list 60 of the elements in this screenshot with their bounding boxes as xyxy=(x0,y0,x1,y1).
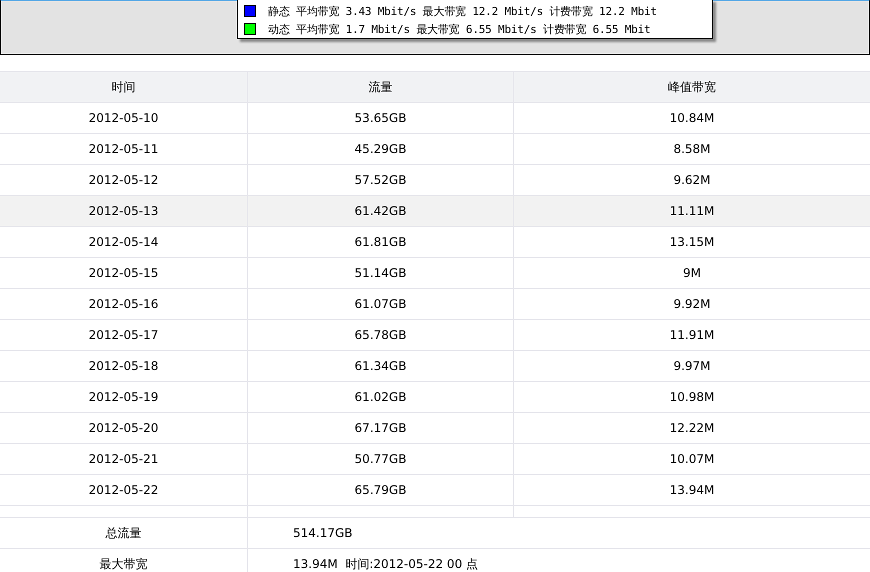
table-row[interactable]: 2012-05-15 51.14GB 9M xyxy=(0,258,870,289)
table-cell-text: 9M xyxy=(682,265,702,282)
table-cell-text: 9.92M xyxy=(672,296,712,313)
table-cell: 2012-05-19 xyxy=(0,382,248,412)
table-cell: 2012-05-22 xyxy=(0,475,248,505)
table-cell: 2012-05-12 xyxy=(0,165,248,195)
table-cell: 2012-05-20 xyxy=(0,413,248,443)
table-cell: 61.42GB xyxy=(248,196,514,226)
table-cell: 53.65GB xyxy=(248,103,514,133)
table-cell: 67.17GB xyxy=(248,413,514,443)
table-row[interactable]: 2012-05-17 65.78GB 11.91M xyxy=(0,320,870,351)
column-header: 时间 xyxy=(0,72,248,102)
table-row[interactable]: 2012-05-14 61.81GB 13.15M xyxy=(0,227,870,258)
summary-label: 总流量 xyxy=(0,518,248,548)
table-cell-text: 8.58M xyxy=(672,141,712,158)
table-row[interactable]: 2012-05-20 67.17GB 12.22M xyxy=(0,413,870,444)
table-row[interactable]: 2012-05-13 61.42GB 11.11M xyxy=(0,196,870,227)
summary-label: 最大带宽 xyxy=(0,549,248,572)
table-cell-text: 10.84M xyxy=(668,110,716,127)
table-cell-text: 9.97M xyxy=(672,358,712,375)
legend-text: 静态 平均带宽 3.43 Mbit/s 最大带宽 12.2 Mbit/s 计费带宽 12.2 Mbit xyxy=(268,4,657,18)
summary-value: 13.94M 时间:2012-05-22 00 点 xyxy=(292,556,480,572)
table-cell: 2012-05-10 xyxy=(0,103,248,133)
table-cell: 51.14GB xyxy=(248,258,514,288)
table-cell: 61.34GB xyxy=(248,351,514,381)
table-cell: 61.81GB xyxy=(248,227,514,257)
table-cell: 2012-05-15 xyxy=(0,258,248,288)
table-cell-text: 10.07M xyxy=(668,451,716,468)
table-row[interactable]: 2012-05-10 53.65GB 10.84M xyxy=(0,103,870,134)
table-cell: 2012-05-17 xyxy=(0,320,248,350)
column-header: 流量 xyxy=(248,72,514,102)
table-cell-text: 11.11M xyxy=(668,203,716,220)
table-cell: 65.79GB xyxy=(248,475,514,505)
table-cell: 61.07GB xyxy=(248,289,514,319)
table-row[interactable]: 2012-05-19 61.02GB 10.98M xyxy=(0,382,870,413)
table-row[interactable]: 2012-05-16 61.07GB 9.92M xyxy=(0,289,870,320)
table-row[interactable]: 2012-05-11 45.29GB 8.58M xyxy=(0,134,870,165)
table-cell: 61.02GB xyxy=(248,382,514,412)
table-cell: 65.78GB xyxy=(248,320,514,350)
table-cell: 2012-05-21 xyxy=(0,444,248,474)
table-cell: 50.77GB xyxy=(248,444,514,474)
table-row[interactable]: 2012-05-22 65.79GB 13.94M xyxy=(0,475,870,506)
summary-value: 514.17GB xyxy=(292,525,354,542)
table-cell-text: 10.98M xyxy=(668,389,716,406)
table-cell-text: 11.91M xyxy=(668,327,716,344)
table-cell: 2012-05-18 xyxy=(0,351,248,381)
table-cell-text: 13.94M xyxy=(668,482,716,499)
table-cell: 2012-05-11 xyxy=(0,134,248,164)
legend-text: 动态 平均带宽 1.7 Mbit/s 最大带宽 6.55 Mbit/s 计费带宽 6.55 Mbit xyxy=(268,22,650,36)
table-cell-text: 9.62M xyxy=(672,172,712,189)
table-cell: 45.29GB xyxy=(248,134,514,164)
table-cell-text: 12.22M xyxy=(668,420,716,437)
column-header: 峰值带宽 xyxy=(667,78,717,96)
table-cell: 57.52GB xyxy=(248,165,514,195)
table-row[interactable]: 2012-05-21 50.77GB 10.07M xyxy=(0,444,870,475)
table-cell-text: 13.15M xyxy=(668,234,716,251)
table-cell: 2012-05-13 xyxy=(0,196,248,226)
table-cell: 2012-05-14 xyxy=(0,227,248,257)
table-row[interactable]: 2012-05-18 61.34GB 9.97M xyxy=(0,351,870,382)
table-cell: 2012-05-16 xyxy=(0,289,248,319)
